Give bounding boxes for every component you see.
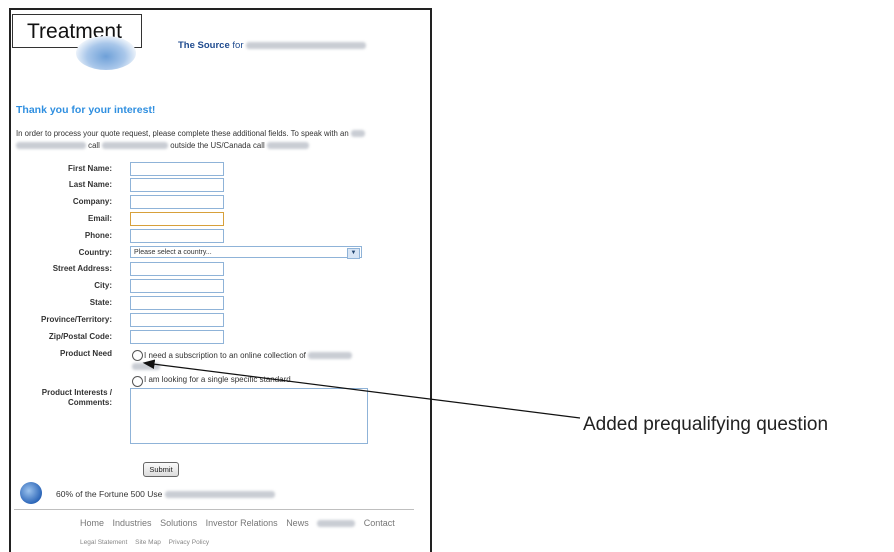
annotation-arrow xyxy=(142,359,581,419)
annotation-label: Added prequalifying question xyxy=(583,414,829,435)
